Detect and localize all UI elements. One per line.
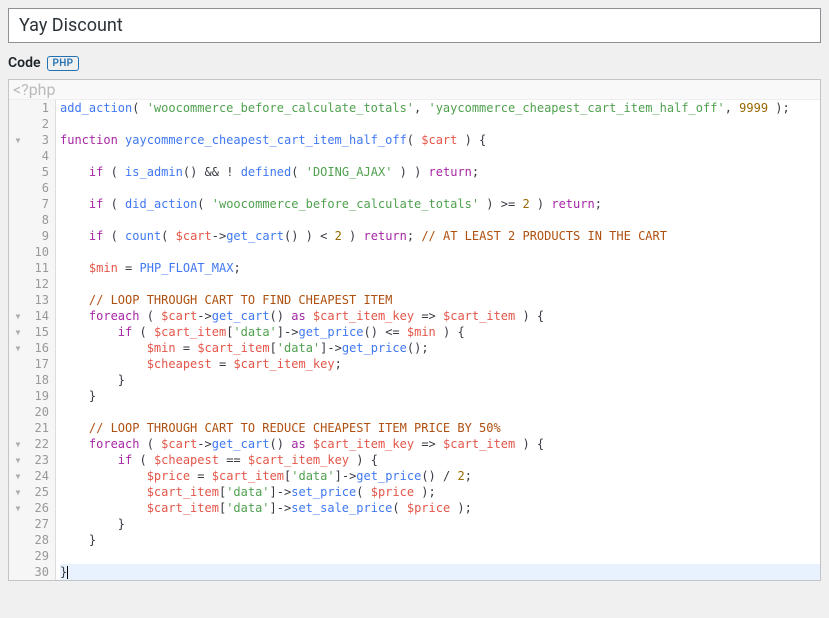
line-number: 18 [27, 372, 55, 388]
line-number: 27 [27, 516, 55, 532]
line-number: 8 [27, 212, 55, 228]
line-number: 20 [27, 404, 55, 420]
line-number: 15 [27, 324, 55, 340]
line-number: 6 [27, 180, 55, 196]
code-line[interactable] [60, 212, 820, 228]
code-line[interactable] [60, 244, 820, 260]
code-line[interactable]: $min = $cart_item['data']->get_price(); [60, 340, 820, 356]
line-number: 21 [27, 420, 55, 436]
code-line[interactable]: if ( $cart_item['data']->get_price() <= … [60, 324, 820, 340]
code-line[interactable] [60, 180, 820, 196]
fold-marker[interactable]: ▾ [9, 500, 27, 516]
line-number: 1 [27, 100, 55, 116]
line-number: 19 [27, 388, 55, 404]
line-number: 24 [27, 468, 55, 484]
text-cursor [67, 566, 68, 579]
code-line[interactable]: } [60, 372, 820, 388]
fold-marker[interactable]: ▾ [9, 340, 27, 356]
line-number: 9 [27, 228, 55, 244]
code-line[interactable] [60, 276, 820, 292]
code-line[interactable] [60, 404, 820, 420]
line-number: 23 [27, 452, 55, 468]
code-line[interactable]: if ( did_action( 'woocommerce_before_cal… [60, 196, 820, 212]
line-number: 14 [27, 308, 55, 324]
code-line[interactable]: } [60, 532, 820, 548]
line-number: 13 [27, 292, 55, 308]
line-number: 29 [27, 548, 55, 564]
code-line[interactable]: // LOOP THROUGH CART TO FIND CHEAPEST IT… [60, 292, 820, 308]
code-line[interactable]: if ( is_admin() && ! defined( 'DOING_AJA… [60, 164, 820, 180]
line-number: 2 [27, 116, 55, 132]
code-line[interactable]: } [60, 388, 820, 404]
line-number: 3 [27, 132, 55, 148]
line-number: 5 [27, 164, 55, 180]
code-line[interactable]: $cheapest = $cart_item_key; [60, 356, 820, 372]
line-number: 26 [27, 500, 55, 516]
line-number: 25 [27, 484, 55, 500]
code-line[interactable]: } [60, 516, 820, 532]
code-area[interactable]: add_action( 'woocommerce_before_calculat… [56, 100, 820, 580]
snippet-title-input[interactable] [8, 8, 821, 43]
code-line[interactable] [60, 116, 820, 132]
fold-marker[interactable]: ▾ [9, 132, 27, 148]
code-line[interactable]: $price = $cart_item['data']->get_price()… [60, 468, 820, 484]
code-line[interactable]: foreach ( $cart->get_cart() as $cart_ite… [60, 308, 820, 324]
line-number: 16 [27, 340, 55, 356]
php-badge: PHP [47, 56, 80, 71]
code-line[interactable]: $cart_item['data']->set_sale_price( $pri… [60, 500, 820, 516]
code-line[interactable]: if ( $cheapest == $cart_item_key ) { [60, 452, 820, 468]
code-line[interactable] [60, 148, 820, 164]
code-line[interactable]: foreach ( $cart->get_cart() as $cart_ite… [60, 436, 820, 452]
line-number: 11 [27, 260, 55, 276]
fold-marker[interactable]: ▾ [9, 452, 27, 468]
code-line[interactable]: $min = PHP_FLOAT_MAX; [60, 260, 820, 276]
line-number: 28 [27, 532, 55, 548]
code-line[interactable]: $cart_item['data']->set_price( $price ); [60, 484, 820, 500]
code-line[interactable]: // LOOP THROUGH CART TO REDUCE CHEAPEST … [60, 420, 820, 436]
line-number: 12 [27, 276, 55, 292]
line-number: 17 [27, 356, 55, 372]
line-number: 7 [27, 196, 55, 212]
fold-marker[interactable]: ▾ [9, 436, 27, 452]
line-number: 22 [27, 436, 55, 452]
line-number: 4 [27, 148, 55, 164]
fold-marker[interactable]: ▾ [9, 484, 27, 500]
fold-marker[interactable]: ▾ [9, 308, 27, 324]
fold-marker[interactable]: ▾ [9, 468, 27, 484]
line-number: 30 [27, 564, 55, 580]
code-line[interactable]: function yaycommerce_cheapest_cart_item_… [60, 132, 820, 148]
fold-marker[interactable]: ▾ [9, 324, 27, 340]
code-section-label: Code [8, 55, 41, 71]
code-section-header: Code PHP [8, 43, 821, 79]
line-number: 10 [27, 244, 55, 260]
code-line[interactable]: if ( count( $cart->get_cart() ) < 2 ) re… [60, 228, 820, 244]
php-open-tag: <?php [9, 80, 820, 100]
code-line[interactable]: add_action( 'woocommerce_before_calculat… [60, 100, 820, 116]
code-line[interactable] [60, 548, 820, 564]
line-gutter: 12▾345678910111213▾14▾15▾161718192021▾22… [9, 100, 56, 580]
code-line[interactable]: } [60, 564, 820, 580]
code-editor[interactable]: <?php 12▾345678910111213▾14▾15▾161718192… [8, 79, 821, 581]
